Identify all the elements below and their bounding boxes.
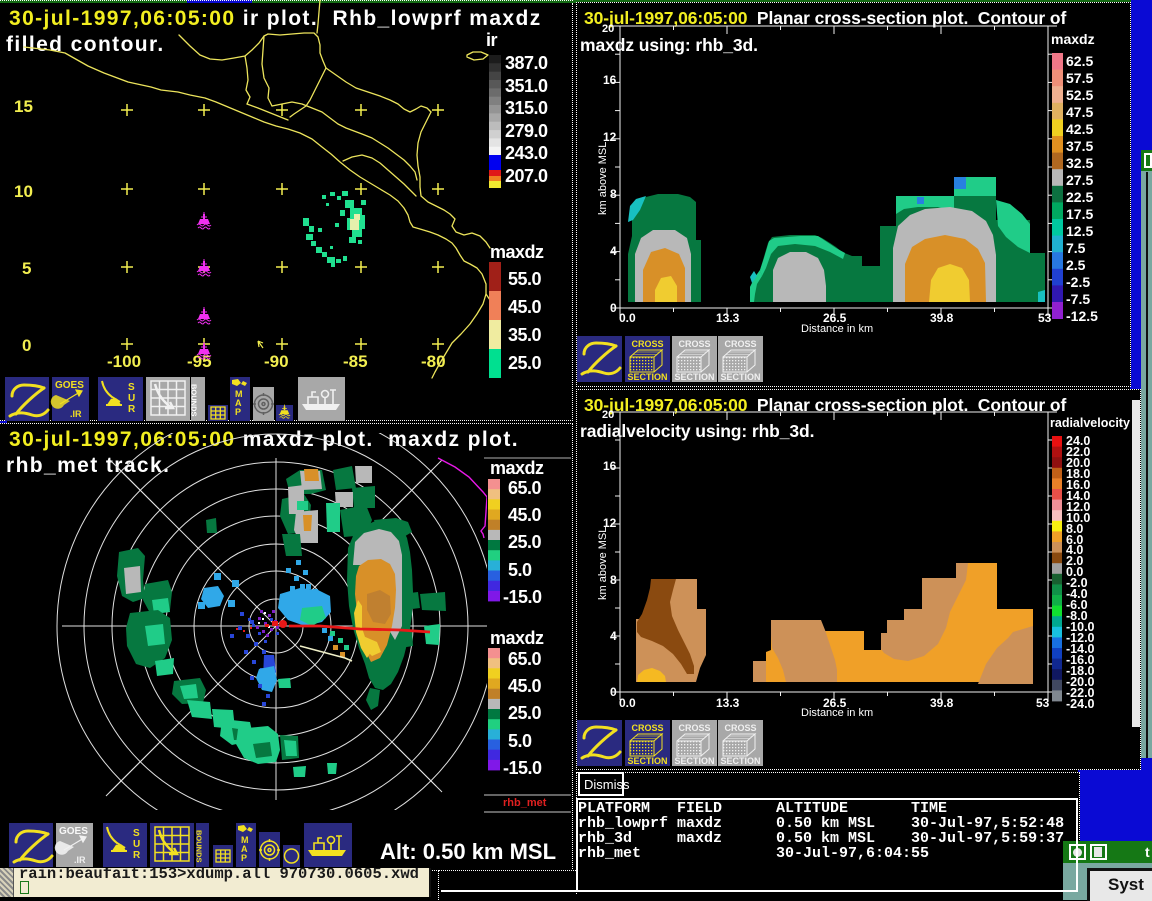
svg-text:R: R xyxy=(133,850,141,861)
svg-text:BOUNDS: BOUNDS xyxy=(195,830,204,863)
svg-text:SECTION: SECTION xyxy=(627,372,667,382)
svg-text:.IR: .IR xyxy=(74,855,86,865)
svg-text:S: S xyxy=(133,828,140,839)
svg-text:P: P xyxy=(241,853,247,863)
svg-text:SECTION: SECTION xyxy=(627,756,667,766)
svg-text:CROSS: CROSS xyxy=(631,723,663,733)
svg-text:P: P xyxy=(235,407,241,417)
svg-text:CROSS: CROSS xyxy=(631,339,663,349)
svg-text:BOUNDS: BOUNDS xyxy=(190,384,199,417)
svg-text:GOES: GOES xyxy=(59,826,88,837)
svg-text:R: R xyxy=(128,404,136,415)
svg-text:CROSS: CROSS xyxy=(678,723,710,733)
svg-text:U: U xyxy=(133,839,140,850)
svg-text:SECTION: SECTION xyxy=(720,372,760,382)
svg-text:U: U xyxy=(128,393,135,404)
svg-text:GOES: GOES xyxy=(55,380,84,391)
svg-text:SECTION: SECTION xyxy=(720,756,760,766)
svg-text:SECTION: SECTION xyxy=(674,372,714,382)
svg-text:CROSS: CROSS xyxy=(678,339,710,349)
svg-text:CROSS: CROSS xyxy=(724,723,756,733)
svg-text:CROSS: CROSS xyxy=(724,339,756,349)
svg-text:SECTION: SECTION xyxy=(674,756,714,766)
svg-text:S: S xyxy=(128,382,135,393)
svg-text:.IR: .IR xyxy=(70,409,82,419)
